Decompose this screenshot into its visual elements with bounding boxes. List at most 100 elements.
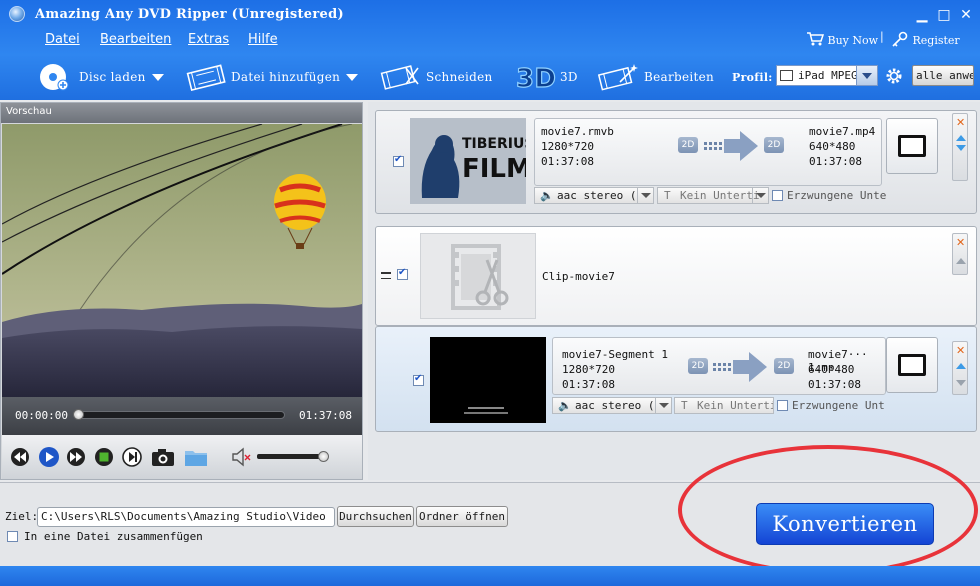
move-down-icon[interactable] [956,145,966,151]
source-name: movie7.rmvb [541,125,614,138]
menu-hilfe[interactable]: Hilfe [248,32,278,47]
source-duration: 01:37:08 [541,155,594,168]
chevron-down-icon[interactable] [856,66,877,85]
camera-icon[interactable] [151,447,175,467]
profile-label: Profil: [732,70,773,84]
list-item-segment[interactable]: movie7-Segment 1 1280*720 01:37:08 2D 2D… [375,326,977,432]
item-thumbnail: TIBERIUS FILM [410,118,526,204]
segment-subtitle-select[interactable]: T Kein Unterti [674,397,774,414]
3d-button[interactable]: 3D 3D [514,62,578,93]
tablet-device-icon [898,354,926,376]
clip-side-controls: ✕ [952,233,968,275]
add-file-button[interactable]: Datei hinzufügen [186,62,359,92]
seek-handle[interactable] [73,409,84,420]
subtitle-select[interactable]: T Kein Unterti [657,187,769,204]
segment-info-card: movie7-Segment 1 1280*720 01:37:08 2D 2D… [552,337,886,395]
rewind-icon[interactable] [10,447,30,467]
browse-button[interactable]: Durchsuchen [337,506,414,527]
item-checkbox[interactable] [393,154,404,167]
remove-item-icon[interactable]: ✕ [956,236,965,249]
app-disc-icon [9,6,25,22]
cart-icon [807,32,825,46]
destination-path-input[interactable]: C:\Users\RLS\Documents\Amazing Studio\Vi… [37,507,335,527]
chevron-down-icon [637,188,653,203]
remove-item-icon[interactable]: ✕ [956,344,965,357]
seek-track[interactable] [77,411,285,419]
target-name: movie7.mp4 [809,125,876,138]
clip-group-item[interactable]: Clip-movie7 ✕ [375,226,977,326]
file-list-panel: TIBERIUS FILM movie7.rmvb 1280*720 01:37… [368,102,980,480]
target-2d-badge[interactable]: 2D [764,137,784,153]
collapse-icon[interactable] [381,272,391,274]
scissors-film-icon [380,65,419,90]
move-up-icon[interactable] [956,135,966,141]
segment-source-duration: 01:37:08 [562,378,615,391]
play-icon[interactable] [38,446,60,468]
convert-arrow-icon [713,352,767,382]
apply-all-button[interactable]: alle anwe [912,65,974,86]
magic-wand-film-icon [598,64,638,91]
title-and-toolbar-band: Amazing Any DVD Ripper (Unregistered) ▁ … [0,0,980,100]
maximize-button[interactable]: □ [935,6,953,24]
item-side-controls: ✕ [952,113,968,181]
gear-icon [886,68,902,84]
target-duration: 01:37:08 [809,155,862,168]
speaker-icon: 🔈 [540,189,554,202]
clip-thumbnail [420,233,536,319]
next-frame-icon[interactable] [122,447,142,467]
stop-icon[interactable] [94,447,114,467]
close-button[interactable]: ✕ [957,6,975,24]
move-up-icon[interactable] [956,258,966,264]
segment-forced-subtitle-checkbox[interactable] [777,400,788,411]
speaker-icon: 🔈 [558,399,572,412]
segment-forced-subtitle-label: Erzwungene Unt [792,399,885,412]
segment-device-profile-button[interactable] [886,337,938,393]
text-t-icon: T [681,399,688,412]
mute-speaker-icon[interactable] [231,447,253,467]
move-up-icon[interactable] [956,363,966,369]
key-icon [892,31,908,47]
menu-extras[interactable]: Extras [188,32,229,47]
buy-now-link[interactable]: Buy Now [806,31,878,47]
audio-track-select[interactable]: 🔈 aac stereo ( [534,187,654,204]
profile-select[interactable]: iPad MPEG [776,65,878,86]
film-scissors-icon [451,244,509,310]
clip-checkbox[interactable] [397,267,408,280]
device-profile-button[interactable] [886,118,938,174]
menu-bearbeiten[interactable]: Bearbeiten [100,32,171,47]
list-item[interactable]: TIBERIUS FILM movie7.rmvb 1280*720 01:37… [375,110,977,214]
preview-header: Vorschau [1,103,362,123]
segment-source-resolution: 1280*720 [562,363,615,376]
menu-datei[interactable]: Datei [45,32,80,47]
film-strip-icon [186,64,226,92]
segment-source-2d-badge[interactable]: 2D [688,358,708,374]
edit-button[interactable]: Bearbeiten [598,62,714,92]
segment-target-2d-badge[interactable]: 2D [774,358,794,374]
segment-checkbox[interactable] [413,373,424,386]
volume-track[interactable] [257,454,327,459]
settings-gear-button[interactable] [884,66,904,89]
remove-item-icon[interactable]: ✕ [956,116,965,129]
segment-target-duration: 01:37:08 [808,378,861,391]
register-link[interactable]: Register [891,31,960,47]
svg-text:3D: 3D [516,64,556,93]
forced-subtitle-checkbox[interactable] [772,190,783,201]
cut-button[interactable]: Schneiden [380,62,493,92]
forced-subtitle-label: Erzwungene Unte [787,189,887,202]
load-disc-button[interactable]: Disc laden [38,62,164,92]
source-2d-badge[interactable]: 2D [678,137,698,153]
merge-checkbox[interactable] [7,531,18,542]
minimize-button[interactable]: ▁ [913,6,931,24]
fast-forward-icon[interactable] [66,447,86,467]
open-folder-button[interactable]: Ordner öffnen [416,506,508,527]
tablet-icon [780,70,793,81]
move-down-icon[interactable] [956,380,966,386]
timeline-bar: 00:00:00 01:37:08 [2,397,362,435]
folder-icon[interactable] [184,447,208,467]
disc-icon [40,64,69,91]
volume-handle[interactable] [318,451,329,462]
segment-audio-select[interactable]: 🔈 aac stereo ( [552,397,672,414]
window-title: Amazing Any DVD Ripper (Unregistered) [35,7,344,22]
chevron-down-icon [752,188,768,203]
merge-label: In eine Datei zusammenfügen [24,530,203,543]
